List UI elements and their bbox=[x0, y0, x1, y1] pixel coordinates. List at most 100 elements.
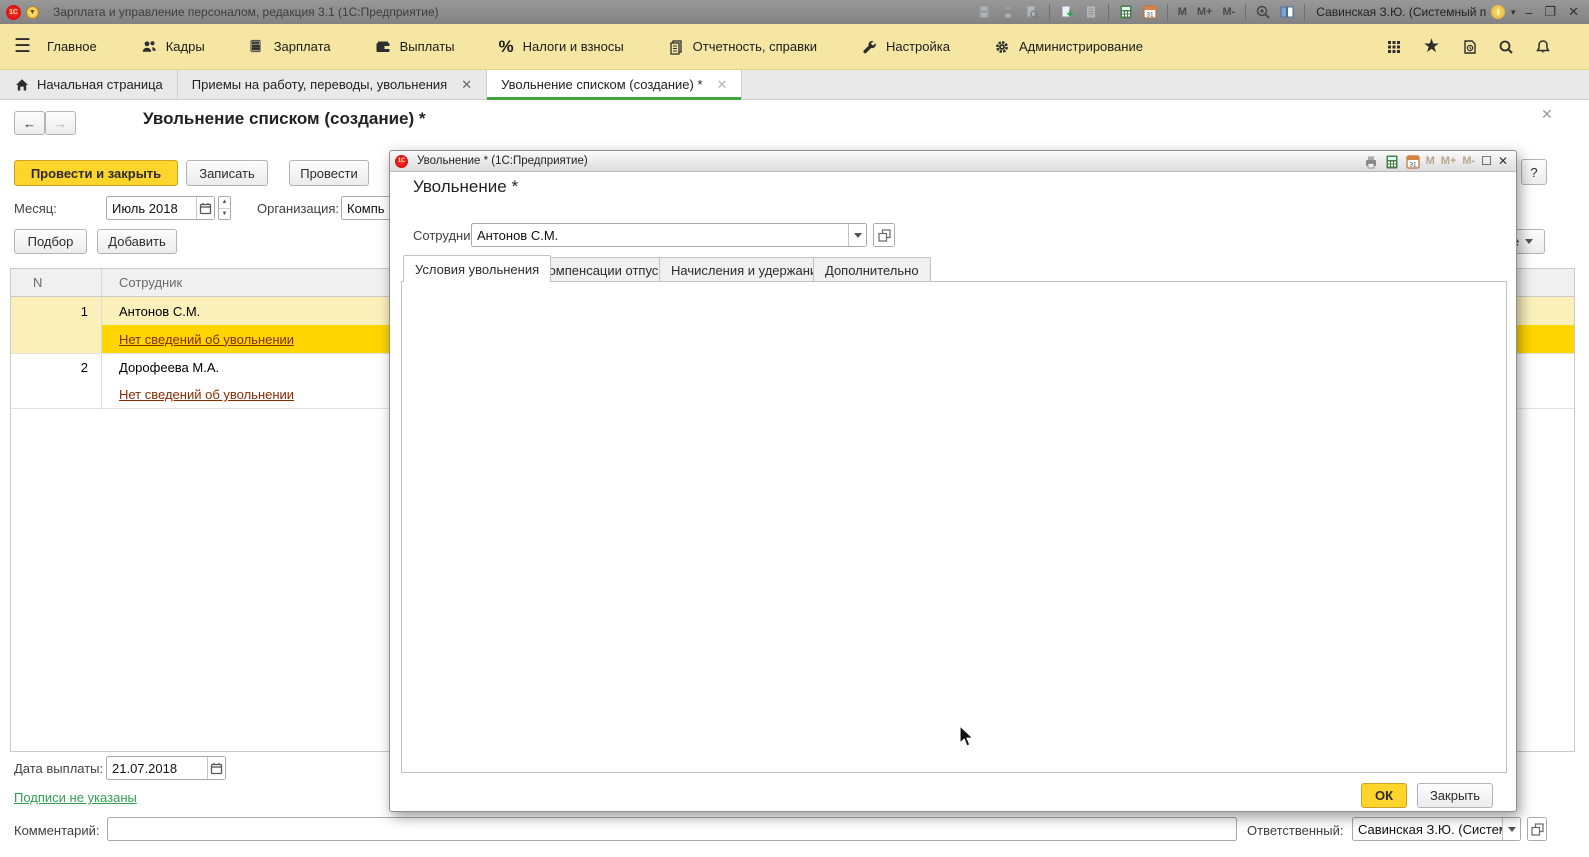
column-divider bbox=[101, 269, 102, 409]
open-windows-tabbar: Начальная страница Приемы на работу, пер… bbox=[0, 70, 1589, 100]
tab-home[interactable]: Начальная страница bbox=[0, 70, 178, 99]
pay-date-field[interactable]: 21.07.2018 bbox=[106, 756, 226, 780]
calendar-icon[interactable] bbox=[196, 197, 214, 219]
memory-recall-button[interactable]: M bbox=[1426, 155, 1435, 167]
menu-item-taxes[interactable]: %Налоги и взносы bbox=[499, 37, 624, 57]
divider bbox=[1304, 4, 1305, 20]
split-view-icon[interactable] bbox=[1277, 3, 1297, 21]
back-button[interactable]: ← bbox=[14, 111, 45, 135]
menu-item-staff[interactable]: Кадры bbox=[141, 39, 205, 54]
divider bbox=[1167, 4, 1168, 20]
add-button[interactable]: Добавить bbox=[97, 229, 177, 254]
menu-item-salary[interactable]: Зарплата bbox=[249, 39, 331, 55]
post-and-close-button[interactable]: Провести и закрыть bbox=[14, 160, 178, 186]
chevron-down-icon[interactable] bbox=[848, 224, 866, 246]
chevron-down-icon[interactable] bbox=[1502, 818, 1520, 840]
calculator-icon[interactable] bbox=[1116, 3, 1136, 21]
dialog-heading: Увольнение * bbox=[413, 177, 518, 197]
main-menu-dropdown-icon[interactable]: ▼ bbox=[26, 6, 39, 19]
tab-accruals-deductions[interactable]: Начисления и удержания bbox=[659, 257, 836, 282]
load-document-icon[interactable] bbox=[1057, 3, 1077, 21]
calendar-icon[interactable] bbox=[1405, 154, 1420, 169]
all-functions-grid-icon[interactable] bbox=[1386, 39, 1402, 55]
memory-subtract-button[interactable]: M- bbox=[1219, 6, 1238, 18]
calendar-icon[interactable] bbox=[207, 757, 225, 779]
employee-field[interactable]: Антонов С.М. bbox=[471, 223, 867, 247]
1c-logo-icon: 1С bbox=[6, 5, 21, 20]
dialog-window-title: Увольнение * (1С:Предприятие) bbox=[417, 155, 588, 167]
menu-item-settings[interactable]: Настройка bbox=[861, 39, 950, 55]
month-label: Месяц: bbox=[14, 201, 57, 216]
close-tab-icon[interactable]: ✕ bbox=[717, 77, 728, 93]
percent-icon: % bbox=[499, 37, 514, 57]
hamburger-menu-icon[interactable]: ☰ bbox=[14, 35, 31, 58]
tab-content-panel bbox=[401, 281, 1507, 773]
open-form-icon bbox=[1528, 818, 1546, 840]
close-button[interactable]: Закрыть bbox=[1417, 783, 1493, 808]
calculator-icon bbox=[249, 39, 265, 55]
app-window: 1С ▼ Зарплата и управление персоналом, р… bbox=[0, 0, 1589, 857]
current-user[interactable]: Савинская З.Ю. (Системный прог... bbox=[1312, 5, 1487, 20]
write-button[interactable]: Записать bbox=[186, 160, 268, 186]
month-field[interactable]: Июль 2018 bbox=[106, 196, 215, 220]
responsible-field[interactable]: Савинская З.Ю. (Системн bbox=[1352, 817, 1521, 841]
restore-button[interactable]: ❐ bbox=[1540, 4, 1560, 20]
close-tab-icon[interactable]: ✕ bbox=[461, 77, 472, 93]
notifications-bell-icon[interactable] bbox=[1535, 39, 1551, 55]
divider bbox=[1108, 4, 1109, 20]
favorites-star-icon[interactable]: ★ bbox=[1423, 35, 1440, 58]
no-dismissal-info-link[interactable]: Нет сведений об увольнении bbox=[119, 387, 294, 402]
help-button[interactable]: ? bbox=[1521, 159, 1547, 185]
history-icon[interactable] bbox=[1461, 39, 1477, 55]
tab-additional[interactable]: Дополнительно bbox=[813, 257, 931, 282]
responsible-open-button[interactable] bbox=[1527, 817, 1547, 841]
pick-button[interactable]: Подбор bbox=[14, 229, 87, 254]
close-dialog-button[interactable]: ✕ bbox=[1498, 154, 1508, 168]
memory-subtract-button[interactable]: M- bbox=[1462, 155, 1475, 167]
zoom-icon[interactable] bbox=[1253, 3, 1273, 21]
menu-item-administration[interactable]: Администрирование bbox=[994, 39, 1143, 55]
info-dropdown-icon[interactable]: ▼ bbox=[1509, 8, 1517, 17]
save-icon[interactable] bbox=[974, 3, 994, 21]
page-title: Увольнение списком (создание) * bbox=[143, 109, 426, 129]
minimize-button[interactable]: – bbox=[1521, 5, 1536, 20]
gear-icon bbox=[994, 39, 1010, 55]
close-button[interactable]: ✕ bbox=[1564, 4, 1583, 20]
forward-button[interactable]: → bbox=[45, 111, 76, 135]
search-icon[interactable] bbox=[1498, 39, 1514, 55]
no-dismissal-info-link[interactable]: Нет сведений об увольнении bbox=[119, 332, 294, 347]
tab-dismissal-conditions[interactable]: Условия увольнения bbox=[403, 255, 551, 282]
window-title: Зарплата и управление персоналом, редакц… bbox=[53, 5, 439, 19]
post-button[interactable]: Провести bbox=[289, 160, 369, 186]
mouse-cursor bbox=[958, 725, 980, 749]
divider bbox=[1245, 4, 1246, 20]
document-icon[interactable] bbox=[1081, 3, 1101, 21]
calculator-icon[interactable] bbox=[1384, 154, 1399, 169]
month-stepper[interactable]: ▲▼ bbox=[218, 196, 231, 220]
dialog-titlebar[interactable]: 1С Увольнение * (1С:Предприятие) M M+ M-… bbox=[390, 151, 1516, 172]
print-icon[interactable] bbox=[1363, 154, 1378, 169]
menu-item-payments[interactable]: Выплаты bbox=[375, 39, 455, 54]
menu-item-reports[interactable]: Отчетность, справки bbox=[668, 39, 817, 55]
pay-date-label: Дата выплаты: bbox=[14, 761, 103, 776]
tab-dismissal-list[interactable]: Увольнение списком (создание) * ✕ bbox=[487, 70, 742, 99]
maximize-button[interactable]: ☐ bbox=[1481, 154, 1492, 168]
column-header-n[interactable]: N bbox=[11, 275, 101, 290]
tab-hiring-transfers-dismissals[interactable]: Приемы на работу, переводы, увольнения ✕ bbox=[178, 70, 487, 99]
divider bbox=[1049, 4, 1050, 20]
comment-input[interactable] bbox=[107, 817, 1237, 841]
memory-add-button[interactable]: M+ bbox=[1194, 6, 1216, 18]
menu-item-main[interactable]: Главное bbox=[47, 39, 97, 54]
info-icon[interactable]: i bbox=[1491, 5, 1505, 19]
print-preview-icon[interactable] bbox=[1022, 3, 1042, 21]
page-close-icon[interactable]: ✕ bbox=[1541, 106, 1553, 123]
wallet-icon bbox=[375, 39, 391, 54]
ok-button[interactable]: ОК bbox=[1361, 783, 1407, 808]
people-icon bbox=[141, 39, 157, 54]
memory-recall-button[interactable]: M bbox=[1175, 6, 1190, 18]
signatures-link[interactable]: Подписи не указаны bbox=[14, 790, 137, 805]
employee-open-button[interactable] bbox=[873, 223, 895, 247]
print-icon[interactable] bbox=[998, 3, 1018, 21]
memory-add-button[interactable]: M+ bbox=[1441, 155, 1457, 167]
calendar-icon[interactable] bbox=[1140, 3, 1160, 21]
